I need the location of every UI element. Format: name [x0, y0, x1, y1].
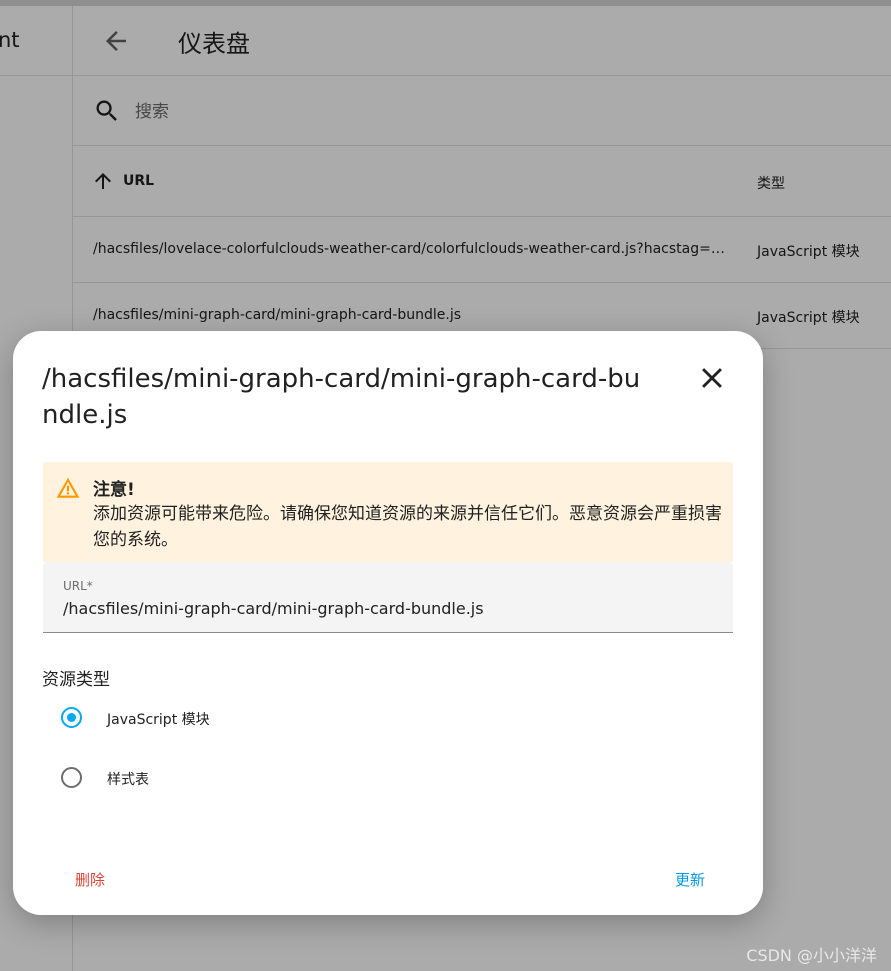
url-field[interactable]: URL*: [43, 562, 733, 633]
radio-unchecked-icon[interactable]: [61, 767, 82, 788]
warning-title: 注意!: [93, 480, 135, 500]
radio-label: 样式表: [107, 772, 149, 788]
warning-text: 添加资源可能带来危险。请确保您知道资源的来源并信任它们。恶意资源会严重损害您的系…: [93, 504, 722, 550]
url-field-label: URL*: [63, 579, 93, 593]
delete-button[interactable]: 删除: [75, 869, 105, 890]
radio-checked-icon[interactable]: [61, 707, 82, 728]
watermark: CSDN @小小洋洋: [746, 946, 877, 965]
url-input[interactable]: [63, 595, 713, 621]
resource-dialog: /hacsfiles/mini-graph-card/mini-graph-ca…: [13, 331, 763, 915]
warning-alert: 注意! 添加资源可能带来危险。请确保您知道资源的来源并信任它们。恶意资源会严重损…: [43, 462, 733, 562]
radio-option-javascript-module[interactable]: JavaScript 模块: [61, 705, 461, 735]
dialog-title: /hacsfiles/mini-graph-card/mini-graph-ca…: [42, 364, 641, 430]
resource-type-label: 资源类型: [42, 670, 110, 690]
close-button[interactable]: [695, 361, 729, 395]
radio-option-stylesheet[interactable]: 样式表: [61, 765, 461, 795]
close-icon: [702, 368, 722, 388]
warning-icon: [56, 477, 80, 498]
update-button[interactable]: 更新: [675, 869, 705, 890]
radio-label: JavaScript 模块: [107, 712, 210, 728]
